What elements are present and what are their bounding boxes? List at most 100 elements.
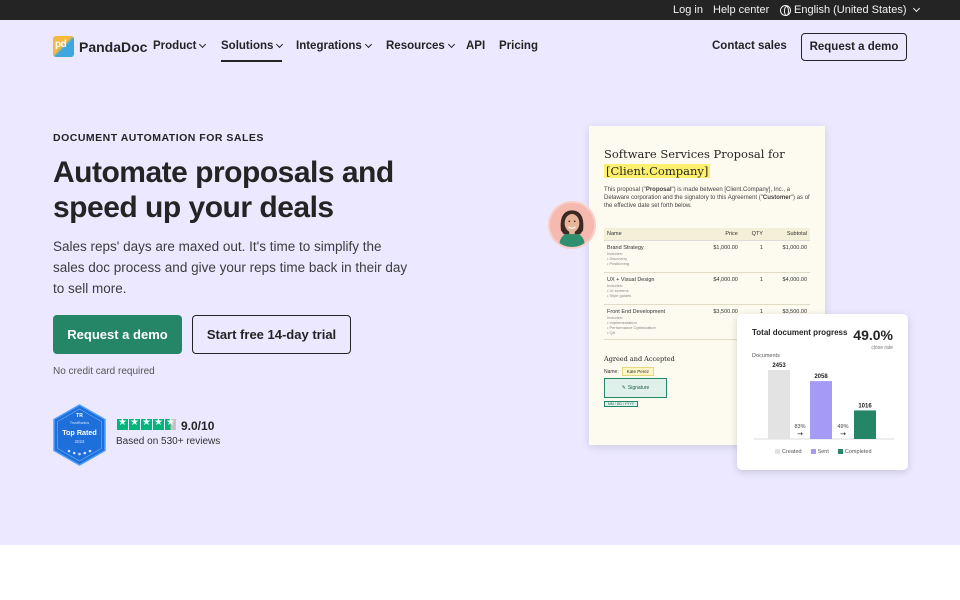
- pandadoc-logo-icon: pd: [53, 36, 74, 57]
- nav-item-resources[interactable]: Resources: [386, 40, 455, 52]
- language-selector[interactable]: English (United States): [780, 4, 920, 16]
- doc-title-variable: [Client.Company]: [604, 164, 711, 178]
- item-detail: • Style guides: [607, 293, 632, 298]
- item-detail: • QA: [607, 330, 616, 335]
- nav-item-label: Integrations: [296, 40, 362, 52]
- star-half-icon: [165, 417, 176, 430]
- nav-item-label: Product: [153, 40, 197, 52]
- document-progress-card: Total document progress 49.0% close rate…: [737, 314, 908, 470]
- signature-label: Signature: [627, 385, 650, 391]
- star-icon: [129, 417, 140, 430]
- star-icon: [153, 417, 164, 430]
- chevron-down-icon: [912, 4, 920, 12]
- table-cell: $4,000.00: [696, 272, 741, 305]
- bar-value-label: 2058: [814, 374, 828, 380]
- nav-item-product[interactable]: Product: [153, 40, 207, 52]
- chevron-down-icon: [199, 40, 207, 49]
- bar-value-label: 2453: [772, 363, 786, 369]
- star-rating: [117, 417, 176, 430]
- request-demo-button[interactable]: Request a demo: [53, 315, 182, 354]
- date-field: MM / DD / YYYY: [604, 401, 638, 407]
- login-link[interactable]: Log in: [673, 4, 703, 16]
- signer-name-row: Name: Kate Perez: [604, 367, 654, 376]
- close-rate-label: close rate: [871, 345, 893, 351]
- nav-item-api[interactable]: API: [466, 40, 485, 52]
- utility-bar: Log in Help center English (United State…: [0, 0, 960, 20]
- table-cell: $3,500.00: [696, 304, 741, 340]
- legend-item-completed: Completed: [837, 449, 872, 455]
- doc-intro-term: Proposal: [645, 187, 672, 193]
- table-cell: UX + Visual Design Includes: • UI screens •…: [604, 272, 697, 305]
- agreed-heading: Agreed and Accepted: [604, 355, 675, 363]
- chevron-down-icon: [447, 40, 455, 49]
- top-rated-badge: TR TrustRadius Top Rated 2024: [53, 404, 106, 466]
- chart-bar-sent: [810, 381, 832, 439]
- contact-sales-link[interactable]: Contact sales: [712, 40, 787, 52]
- globe-icon: [780, 4, 791, 16]
- legend-swatch: [775, 449, 780, 455]
- brand-name: PandaDoc: [79, 38, 148, 55]
- column-header: Subtotal: [765, 228, 810, 241]
- help-center-link[interactable]: Help center: [713, 4, 769, 16]
- table-cell: $4,000.00: [765, 272, 810, 305]
- svg-text:TR: TR: [76, 413, 83, 419]
- column-header: Price: [696, 228, 741, 241]
- progress-bar-chart: 24532058101683%→49%→: [754, 363, 894, 440]
- item-detail: • Positioning: [607, 261, 630, 266]
- table-cell: $1,000.00: [765, 240, 810, 273]
- legend-swatch: [837, 449, 843, 455]
- signature-field: ✎ Signature: [604, 378, 667, 398]
- chart-legend: Created Sent Completed: [775, 449, 872, 455]
- chart-bar-created: [768, 370, 790, 439]
- request-demo-nav-button[interactable]: Request a demo: [801, 33, 907, 61]
- table-cell: 1: [740, 240, 766, 273]
- table-row: UX + Visual Design Includes: • UI screens •…: [604, 272, 810, 305]
- rating-reviews: Based on 530+ reviews: [116, 436, 221, 447]
- start-trial-button[interactable]: Start free 14-day trial: [192, 315, 351, 354]
- brand-logo[interactable]: pd PandaDoc: [53, 36, 147, 57]
- signer-name-label: Name:: [604, 368, 619, 375]
- table-cell: Brand Strategy Includes: • Discovery • Posi…: [604, 240, 697, 273]
- legend-label: Created: [782, 449, 802, 455]
- logo-mark-text: pd: [55, 39, 67, 50]
- legend-swatch: [810, 449, 816, 455]
- bar-value-label: 1016: [858, 403, 872, 409]
- table-cell: 1: [740, 272, 766, 305]
- arrow-right-icon: →: [840, 430, 846, 438]
- progress-percent: 49.0%: [853, 327, 893, 343]
- table-cell: $1,000.00: [696, 240, 741, 273]
- badge-title: Top Rated: [62, 428, 97, 437]
- language-label: English (United States): [794, 4, 907, 16]
- table-header-row: Name Price QTY Subtotal: [604, 228, 810, 241]
- chevron-down-icon: [364, 40, 372, 49]
- no-credit-card-note: No credit card required: [53, 366, 155, 377]
- legend-item-created: Created: [775, 449, 802, 455]
- doc-title-text: Software Services Proposal for: [604, 147, 785, 161]
- chevron-down-icon: [276, 40, 284, 49]
- nav-item-integrations[interactable]: Integrations: [296, 40, 372, 52]
- doc-title: Software Services Proposal for [Client.C…: [604, 146, 814, 180]
- legend-item-sent: Sent: [810, 449, 829, 455]
- star-icon: [141, 417, 152, 430]
- doc-intro-term: Customer: [762, 195, 791, 201]
- arrow-right-icon: →: [797, 430, 803, 438]
- badge-brand: TrustRadius: [70, 421, 89, 425]
- progress-title: Total document progress: [752, 328, 848, 337]
- badge-year: 2024: [75, 439, 85, 444]
- legend-label: Sent: [817, 449, 829, 455]
- pen-icon: ✎: [621, 385, 626, 391]
- table-cell: Front End Development Includes: • Implemen…: [604, 304, 697, 340]
- hero-eyebrow: DOCUMENT AUTOMATION FOR SALES: [53, 132, 264, 144]
- nav-item-pricing[interactable]: Pricing: [499, 40, 538, 52]
- nav-item-solutions[interactable]: Solutions: [221, 40, 284, 62]
- nav-item-label: Resources: [386, 40, 445, 52]
- user-avatar: [548, 201, 596, 249]
- column-header: Name: [604, 228, 697, 241]
- signer-name-field: Kate Perez: [621, 367, 654, 376]
- table-row: Brand Strategy Includes: • Discovery • Posi…: [604, 240, 810, 273]
- rating-score: 9.0/10: [181, 419, 215, 433]
- star-icon: [117, 417, 128, 430]
- doc-intro-text: This proposal (": [604, 187, 646, 193]
- chart-bar-completed: [854, 410, 876, 439]
- doc-intro: This proposal ("Proposal") is made betwe…: [604, 186, 814, 210]
